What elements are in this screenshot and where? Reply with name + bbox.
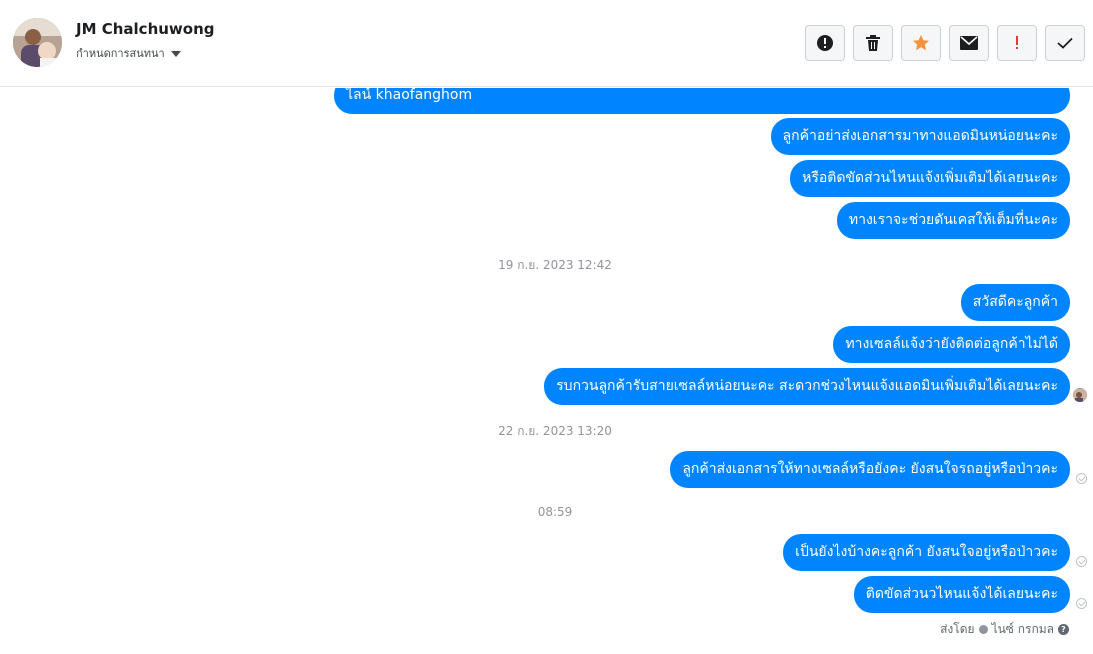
message-bubble[interactable]: ลูกค้าอย่าส่งเอกสารมาทางแอดมินหน่อยนะคะ: [770, 118, 1070, 155]
delivered-check-icon: [1076, 473, 1087, 484]
seen-avatar-icon: [1073, 388, 1087, 402]
message-timestamp: 19 ก.ย. 2023 12:42: [498, 258, 612, 272]
mark-spam-button[interactable]: [805, 25, 845, 61]
conversation-header: JM Chalchuwong กำหนดการสนทนา: [0, 0, 1093, 87]
trash-icon: [866, 35, 880, 51]
help-icon[interactable]: ?: [1058, 624, 1069, 635]
conversation-actions: [805, 25, 1085, 61]
star-icon: [913, 35, 929, 51]
mark-unread-button[interactable]: [949, 25, 989, 61]
message-thread[interactable]: ไลน์ khaofanghom ลูกค้าอย่าส่งเอกสารมาทา…: [0, 88, 1093, 654]
message-bubble[interactable]: ลูกค้าส่งเอกสารให้ทางเซลล์หรือยังคะ ยังส…: [670, 451, 1070, 488]
contact-name[interactable]: JM Chalchuwong: [76, 20, 215, 38]
contact-avatar[interactable]: [13, 18, 62, 67]
sender-avatar-icon: [978, 625, 988, 634]
seen-avatar-photo-icon: [1073, 389, 1087, 402]
sent-by-label: ส่งโดย: [940, 622, 975, 636]
message-bubble[interactable]: รบกวนลูกค้ารับสายเซลล์หน่อยนะคะ สะดวกช่ว…: [544, 368, 1070, 405]
message-bubble[interactable]: สวัสดีคะลูกค้า: [960, 284, 1070, 321]
exclamation-icon: [1016, 36, 1018, 49]
message-bubble[interactable]: ทางเราจะช่วยดันเคสให้เต็มที่นะคะ: [836, 202, 1070, 239]
important-button[interactable]: [997, 25, 1037, 61]
checkmark-icon: [1057, 37, 1073, 49]
message-bubble[interactable]: ไลน์ khaofanghom: [334, 88, 1070, 114]
chevron-down-icon: [170, 50, 181, 57]
message-bubble[interactable]: หรือติดขัดส่วนไหนแจ้งเพิ่มเติมได้เลยนะคะ: [790, 160, 1070, 197]
mark-done-button[interactable]: [1045, 25, 1085, 61]
envelope-icon: [960, 36, 978, 50]
assign-conversation-dropdown[interactable]: กำหนดการสนทนา: [76, 44, 181, 62]
star-button[interactable]: [901, 25, 941, 61]
message-timestamp: 22 ก.ย. 2023 13:20: [498, 424, 612, 438]
avatar-photo-icon: [13, 18, 62, 67]
assign-label: กำหนดการสนทนา: [76, 47, 165, 60]
message-bubble[interactable]: เป็นยังไงบ้างคะลูกค้า ยังสนใจอยู่หรือป่า…: [783, 534, 1070, 571]
alert-circle-icon: [817, 35, 833, 51]
delete-button[interactable]: [853, 25, 893, 61]
sent-by-info: ส่งโดย ไนซ์ กรกมล ?: [940, 620, 1069, 639]
message-bubble[interactable]: ติดขัดส่วนวไหนแจ้งได้เลยนะคะ: [853, 576, 1070, 613]
delivered-check-icon: [1076, 556, 1087, 567]
sender-name[interactable]: ไนซ์ กรกมล: [992, 620, 1054, 639]
message-timestamp: 08:59: [537, 505, 573, 519]
delivered-check-icon: [1076, 598, 1087, 609]
message-bubble[interactable]: ทางเซลล์แจ้งว่ายังติดต่อลูกค้าไม่ได้: [833, 326, 1070, 363]
